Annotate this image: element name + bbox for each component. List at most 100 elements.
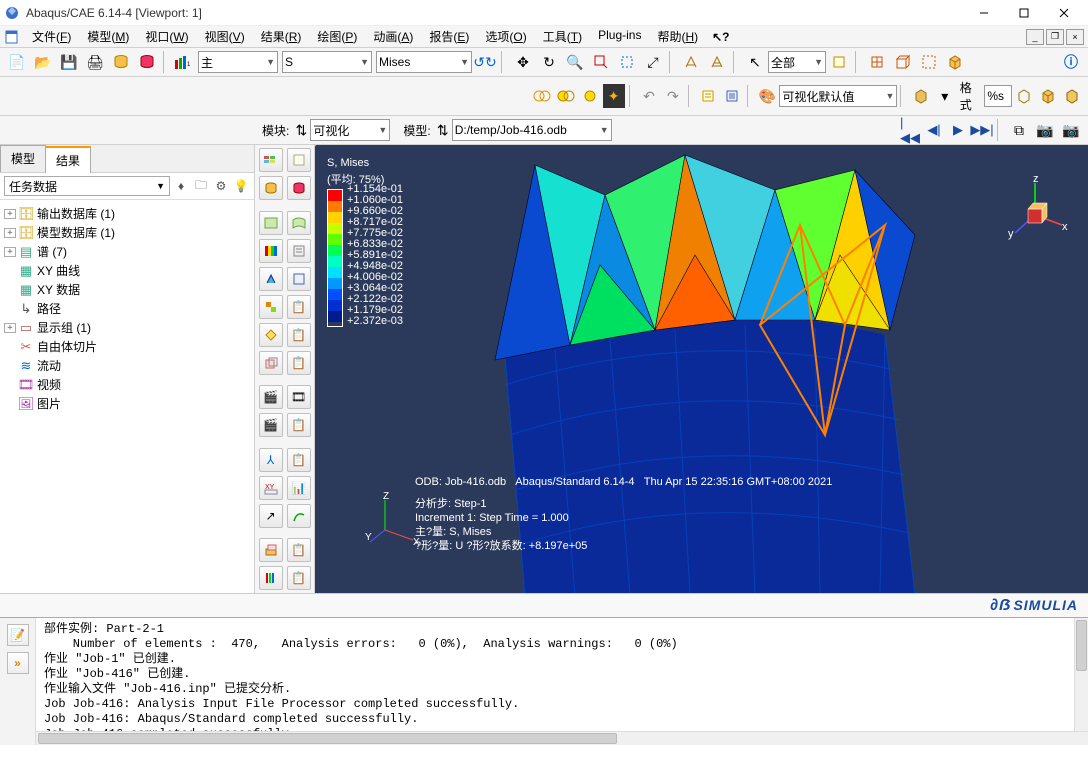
vtool-contour-opts-icon[interactable]: [287, 239, 311, 263]
camera2-icon[interactable]: 📷: [1059, 118, 1083, 142]
vtool-material-opts-icon[interactable]: 📋: [287, 295, 311, 319]
vtool-cut-opts-icon[interactable]: 📋: [287, 538, 311, 562]
tree-folder-icon[interactable]: 🗀: [192, 177, 210, 195]
part-box-icon[interactable]: [943, 50, 967, 74]
vtool-frame2-icon[interactable]: [287, 148, 311, 172]
menu-模型[interactable]: 模型(M): [79, 26, 137, 47]
window-minimize-button[interactable]: [964, 1, 1004, 25]
menu-选项[interactable]: 选项(O): [477, 26, 534, 47]
vtool-anim1-icon[interactable]: 🎬: [259, 385, 283, 409]
frame-play-icon[interactable]: ▶: [948, 120, 968, 140]
vtool-dbset-icon[interactable]: [287, 176, 311, 200]
vtool-symbol-opts-icon[interactable]: [287, 267, 311, 291]
console-note-icon[interactable]: 📝: [7, 624, 29, 646]
expander-icon[interactable]: +: [4, 247, 16, 257]
vtool-ply-opts-icon[interactable]: 📋: [287, 323, 311, 347]
new-file-icon[interactable]: 📄: [5, 50, 29, 74]
tree-node-1[interactable]: +🗄模型数据库 (1): [0, 223, 254, 242]
redo-icon[interactable]: ↷: [662, 84, 684, 108]
primary-variable-select[interactable]: 主▼: [198, 51, 278, 73]
db-icon[interactable]: [109, 50, 133, 74]
zoom-box-icon[interactable]: [589, 50, 613, 74]
vtool-deformed-icon[interactable]: [287, 211, 311, 235]
vtool-material-icon[interactable]: [259, 295, 283, 319]
format-input[interactable]: [984, 85, 1012, 107]
copy-view-icon[interactable]: ⧉: [1007, 118, 1031, 142]
tree-node-8[interactable]: ≋流动: [0, 356, 254, 375]
tree-node-9[interactable]: 🎞视频: [0, 375, 254, 394]
menu-视图[interactable]: 视图(V): [197, 26, 253, 47]
tab-model[interactable]: 模型: [0, 145, 46, 172]
camera1-icon[interactable]: 📷: [1033, 118, 1057, 142]
window-close-button[interactable]: [1044, 1, 1084, 25]
vtool-xy-icon[interactable]: ⅄: [259, 448, 283, 472]
vtool-cut-icon[interactable]: [259, 538, 283, 562]
zoom-icon[interactable]: 🔍: [563, 50, 587, 74]
box-wire1-icon[interactable]: [1013, 84, 1035, 108]
mdi-minimize-button[interactable]: _: [1026, 29, 1044, 45]
sync-icon[interactable]: ↺↻: [473, 50, 497, 74]
vtool-overlay-opts-icon[interactable]: 📋: [287, 351, 311, 375]
menu-报告[interactable]: 报告(E): [421, 26, 477, 47]
frame-first-icon[interactable]: |◀◀: [900, 120, 920, 140]
box-gold1-icon[interactable]: [910, 84, 932, 108]
mesh-scale-icon[interactable]: 1: [173, 50, 197, 74]
module-link-icon[interactable]: ⇅: [293, 118, 309, 142]
pan-icon[interactable]: ✥: [511, 50, 535, 74]
vtool-spectrum-icon[interactable]: [259, 566, 283, 590]
menu-绘图[interactable]: 绘图(P): [309, 26, 365, 47]
expander-icon[interactable]: +: [4, 209, 16, 219]
tree-node-7[interactable]: ✂自由体切片: [0, 337, 254, 356]
info-icon[interactable]: ⓘ: [1059, 50, 1083, 74]
part-solid-icon[interactable]: [891, 50, 915, 74]
tree-bulb-icon[interactable]: 💡: [232, 177, 250, 195]
module-select[interactable]: 可视化▼: [310, 119, 390, 141]
menu-动画[interactable]: 动画(A): [365, 26, 421, 47]
rotate-icon[interactable]: ↻: [537, 50, 561, 74]
menu-视口[interactable]: 视口(W): [137, 26, 196, 47]
menu-结果[interactable]: 结果(R): [253, 26, 310, 47]
expander-icon[interactable]: +: [4, 228, 16, 238]
vtool-anim2-icon[interactable]: 🎞: [287, 385, 311, 409]
open-file-icon[interactable]: 📂: [31, 50, 55, 74]
circle-solid-icon[interactable]: [579, 84, 601, 108]
pointer-icon[interactable]: ↖: [743, 50, 767, 74]
console-run-icon[interactable]: »: [7, 652, 29, 674]
invariant-select[interactable]: Mises▼: [376, 51, 472, 73]
vtool-anim-opts-icon[interactable]: 📋: [287, 413, 311, 437]
print-icon[interactable]: 🖨: [83, 50, 107, 74]
tab-results[interactable]: 结果: [45, 146, 91, 173]
circles2-icon[interactable]: [555, 84, 577, 108]
expander-icon[interactable]: +: [4, 323, 16, 333]
console-output[interactable]: 部件实例: Part-2-1 Number of elements : 470,…: [36, 618, 1088, 745]
auto-fit-icon[interactable]: ⤢: [641, 50, 665, 74]
vtool-db-icon[interactable]: [259, 176, 283, 200]
render-style-select[interactable]: 可视化默认值▼: [779, 85, 897, 107]
vtool-field-icon[interactable]: 📊: [287, 476, 311, 500]
undo-icon[interactable]: ↶: [638, 84, 660, 108]
vtool-frame-icon[interactable]: [259, 148, 283, 172]
part-dashed-icon[interactable]: [917, 50, 941, 74]
tree-node-2[interactable]: +▤谱 (7): [0, 242, 254, 261]
tree-node-5[interactable]: ↳路径: [0, 299, 254, 318]
tree-node-4[interactable]: ▦XY 数据: [0, 280, 254, 299]
context-help-icon[interactable]: ↖?: [712, 30, 729, 44]
frame-prev-icon[interactable]: ◀|: [924, 120, 944, 140]
vtool-undeformed-icon[interactable]: [259, 211, 283, 235]
selection-mode-select[interactable]: 全部▼: [768, 51, 826, 73]
menu-Plug-ins[interactable]: Plug-ins: [590, 26, 649, 47]
mdi-restore-button[interactable]: ❐: [1046, 29, 1064, 45]
tree-node-0[interactable]: +🗄输出数据库 (1): [0, 204, 254, 223]
vtool-anim3-icon[interactable]: 🎬: [259, 413, 283, 437]
s-variable-select[interactable]: S▼: [282, 51, 372, 73]
vtool-xydata-icon[interactable]: XY: [259, 476, 283, 500]
tree-nav-icon[interactable]: ♦: [172, 177, 190, 195]
box-wire2-icon[interactable]: [1037, 84, 1059, 108]
part-mesh-icon[interactable]: [865, 50, 889, 74]
tree-node-3[interactable]: ▦XY 曲线: [0, 261, 254, 280]
vtool-probe-icon[interactable]: ↗: [259, 504, 283, 528]
model-select[interactable]: D:/temp/Job-416.odb▼: [452, 119, 612, 141]
box-gold-dropdown-icon[interactable]: ▾: [934, 84, 956, 108]
frame-last-icon[interactable]: ▶▶|: [972, 120, 992, 140]
window-maximize-button[interactable]: [1004, 1, 1044, 25]
